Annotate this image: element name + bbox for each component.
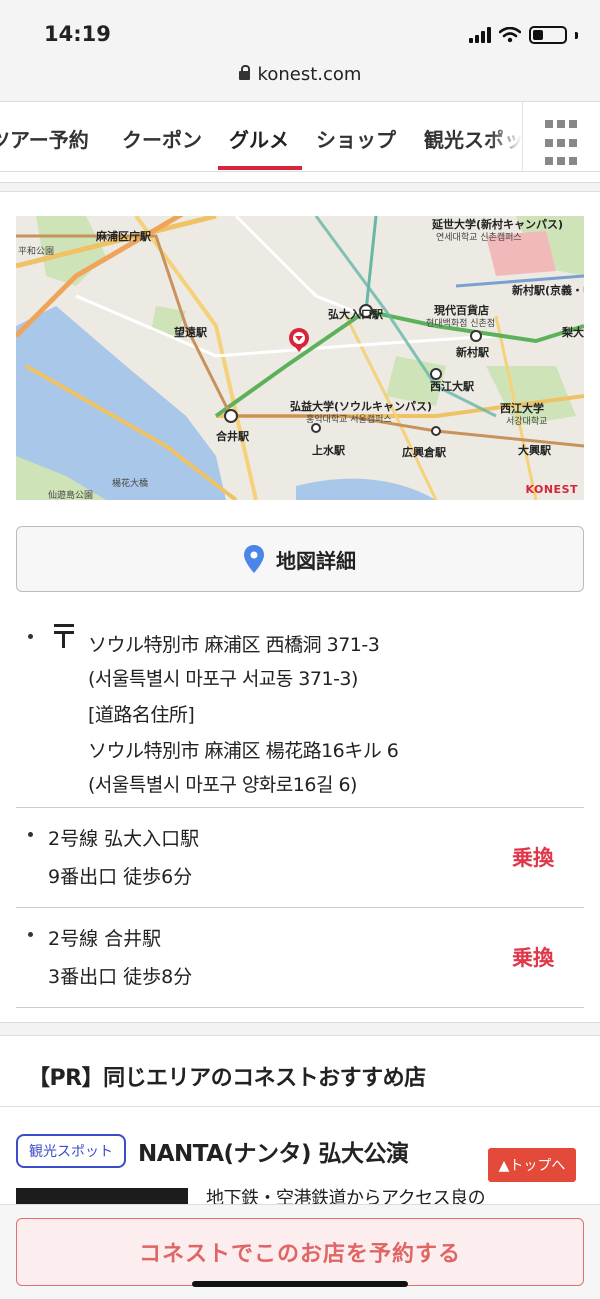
station-line: 2号線 弘大入口駅 — [48, 828, 200, 850]
address-line: ソウル特別市 麻浦区 楊花路16キル 6 — [88, 740, 399, 762]
bullet — [28, 634, 33, 639]
map-label: 연세대학교 신촌캠퍼스 — [436, 233, 522, 243]
bullet — [28, 832, 33, 837]
map-label: 현대백화점 신촌점 — [426, 319, 496, 329]
address-line: (서울특별시 마포구 서교동 371-3) — [88, 668, 358, 690]
shop-name-link[interactable]: NANTA(ナンタ) 弘大公演 — [138, 1134, 409, 1168]
map-label: 楊花大橋 — [112, 479, 149, 489]
map-label: 麻浦区庁駅 — [96, 230, 151, 243]
map-label: 平和公園 — [18, 247, 55, 257]
tab-shop[interactable]: ショップ — [316, 124, 396, 153]
konest-logo: KONEST — [525, 483, 578, 496]
map-label: 新村駅 — [456, 346, 489, 359]
tab-gourmet[interactable]: グルメ — [229, 124, 289, 153]
station-access: 9番出口 徒歩6分 — [48, 866, 193, 888]
map-detail-label: 地図詳細 — [276, 548, 356, 573]
status-bar: 14:19 — [0, 0, 600, 62]
pr-section-title: 【PR】同じエリアのコネストおすすめ店 — [28, 1066, 426, 1091]
transfer-link[interactable]: 乗換 — [512, 942, 554, 972]
map-label: 上水駅 — [312, 444, 345, 457]
map-detail-button[interactable]: 地図詳細 — [16, 526, 584, 592]
tab-tour[interactable]: ツアー予約 — [0, 124, 89, 153]
status-icons — [469, 26, 578, 44]
address-section: ソウル特別市 麻浦区 西橋洞 371-3 (서울특별시 마포구 서교동 371-… — [16, 612, 584, 808]
address-line: (서울특별시 마포구 양화로16길 6) — [88, 774, 357, 796]
map-label: 홍익대학교 서울캠퍼스 — [306, 415, 392, 425]
location-pin-icon[interactable] — [287, 328, 311, 352]
map-label: 広興倉駅 — [402, 446, 446, 459]
active-tab-indicator — [218, 166, 302, 170]
postal-mark-icon — [52, 622, 76, 648]
battery-icon — [529, 26, 567, 44]
browser-url-bar[interactable]: konest.com — [0, 62, 600, 102]
category-badge: 観光スポット — [16, 1134, 126, 1168]
divider — [0, 1106, 600, 1107]
back-to-top-button[interactable]: ▲トップへ — [488, 1148, 576, 1182]
map-label: 서강대학교 — [506, 417, 548, 427]
grid-icon — [545, 120, 553, 128]
url-text: konest.com — [257, 64, 362, 85]
status-time: 14:19 — [44, 22, 111, 46]
section-divider — [0, 182, 600, 192]
map-label: 望遠駅 — [174, 326, 207, 339]
cellular-signal-icon — [469, 27, 491, 43]
wifi-icon — [499, 27, 521, 43]
station-row: 2号線 弘大入口駅 9番出口 徒歩6分 乗換 — [16, 808, 584, 908]
category-tabs: ツアー予約 クーポン グルメ ショップ 観光スポット — [0, 102, 600, 172]
lock-icon — [238, 64, 250, 80]
section-divider — [0, 1022, 600, 1036]
station-row: 2号線 合井駅 3番出口 徒歩8分 乗換 — [16, 908, 584, 1008]
map-label: 梨大 — [562, 326, 584, 339]
battery-nub — [575, 31, 578, 39]
map-label: 弘大入口駅 — [328, 308, 383, 321]
address-line: [道路名住所] — [88, 704, 195, 726]
tab-coupon[interactable]: クーポン — [122, 124, 202, 153]
station-access: 3番出口 徒歩8分 — [48, 966, 193, 988]
tabs-fade — [490, 102, 522, 171]
map-label: 合井駅 — [216, 430, 249, 443]
menu-grid-button[interactable] — [522, 102, 600, 171]
bullet — [28, 932, 33, 937]
map-label: 大興駅 — [518, 444, 551, 457]
transfer-link[interactable]: 乗換 — [512, 842, 554, 872]
map-view[interactable]: 麻浦区庁駅 平和公園 望遠駅 弘大入口駅 現代百貨店 현대백화점 신촌점 新村駅… — [16, 216, 584, 500]
map-pin-icon — [244, 545, 264, 573]
url-display[interactable]: konest.com — [0, 64, 600, 85]
address-line: ソウル特別市 麻浦区 西橋洞 371-3 — [88, 634, 380, 656]
map-graphic — [16, 216, 584, 500]
map-label: 西江大駅 — [430, 380, 474, 393]
map-label: 新村駅(京義・中央線) — [512, 284, 584, 297]
station-line: 2号線 合井駅 — [48, 928, 162, 950]
home-indicator[interactable] — [192, 1281, 408, 1287]
map-label: 仙遊島公園 — [48, 491, 94, 500]
reserve-button[interactable]: コネストでこのお店を予約する — [16, 1218, 584, 1286]
